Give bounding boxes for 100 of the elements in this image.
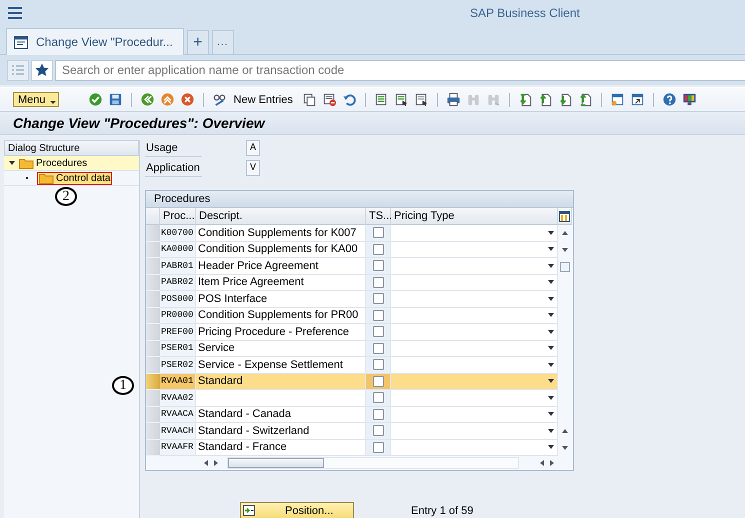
dropdown-field[interactable] [391, 242, 558, 258]
menu-button[interactable]: Menu [13, 92, 59, 107]
dropdown-field[interactable] [391, 225, 558, 242]
dropdown-field[interactable] [391, 258, 558, 274]
check-icon[interactable] [88, 92, 103, 107]
field-label: Usage [145, 140, 202, 156]
checkbox[interactable] [372, 276, 384, 288]
table-cell: RVAACH [160, 423, 196, 440]
dropdown-field[interactable] [391, 340, 558, 357]
checkbox[interactable] [372, 442, 384, 453]
checkbox[interactable] [372, 244, 384, 255]
window-icon [14, 36, 28, 48]
glasses-icon[interactable] [212, 92, 227, 107]
new-window-icon[interactable] [610, 92, 625, 107]
table-cell: RVAAFR [160, 440, 196, 456]
monitor-icon[interactable] [682, 92, 697, 107]
dropdown-field[interactable] [391, 274, 558, 291]
checkbox[interactable] [372, 293, 384, 304]
new-entries-button[interactable]: New Entries [234, 94, 293, 106]
dropdown-field[interactable] [391, 423, 558, 440]
checkbox[interactable] [372, 392, 384, 404]
tab[interactable]: Change View "Procedur... [6, 28, 184, 55]
checkbox[interactable] [372, 359, 384, 370]
checkbox[interactable] [372, 376, 384, 387]
copy-icon[interactable] [302, 92, 317, 107]
table-title: Procedures [146, 191, 573, 208]
back-icon[interactable] [140, 92, 155, 107]
table-cell: RVAA01 [160, 374, 196, 390]
input-field[interactable]: V [246, 160, 260, 176]
last-page-icon[interactable] [578, 92, 593, 107]
window-title: SAP Business Client [470, 6, 580, 20]
checkbox[interactable] [372, 342, 384, 354]
table-cell: PSER02 [160, 357, 196, 374]
table-cell: PSER01 [160, 340, 196, 357]
screen-title: Change View "Procedures": Overview [0, 112, 745, 135]
select-all-cell[interactable] [146, 208, 160, 225]
select-block-icon[interactable] [394, 92, 409, 107]
shortcut-icon[interactable] [630, 92, 645, 107]
column-settings-icon[interactable] [559, 210, 570, 222]
next-page-icon[interactable] [558, 92, 573, 107]
dropdown-field[interactable] [391, 324, 558, 340]
print-icon[interactable] [446, 92, 461, 107]
position-button[interactable]: Position... [240, 502, 354, 518]
table-cell: PR0000 [160, 308, 196, 324]
table-cell: RVAA02 [160, 390, 196, 406]
new-tab-button[interactable]: + [186, 30, 209, 54]
field-label: Application [145, 160, 202, 176]
dropdown-field[interactable] [391, 357, 558, 374]
checkbox[interactable] [372, 260, 384, 272]
dropdown-field[interactable] [391, 291, 558, 308]
dropdown-field[interactable] [391, 440, 558, 456]
table-cell: Condition Supplements for KA00 [196, 242, 366, 258]
dropdown-field[interactable] [391, 390, 558, 406]
tree-item[interactable]: Control data [38, 172, 112, 184]
row-selector[interactable] [146, 374, 160, 390]
input-field[interactable]: A [246, 140, 260, 156]
scrollbar-thumb[interactable] [560, 262, 570, 272]
help-icon[interactable] [662, 92, 677, 107]
table-cell: PABR02 [160, 274, 196, 291]
checkbox[interactable] [372, 227, 384, 238]
table-cell: Condition Supplements for K007 [196, 225, 366, 242]
table-cell: Item Price Agreement [196, 274, 366, 291]
menu-icon[interactable] [8, 6, 22, 18]
select-all-icon[interactable] [374, 92, 389, 107]
checkbox[interactable] [372, 425, 384, 436]
more-button[interactable]: ... [212, 30, 234, 54]
checkbox[interactable] [372, 310, 384, 321]
table-cell: Standard - Switzerland [196, 423, 366, 440]
table-cell: K00700 [160, 225, 196, 242]
table-cell: PREF00 [160, 324, 196, 340]
column-header[interactable]: Pricing Type [391, 208, 558, 225]
save-icon[interactable] [108, 92, 123, 107]
dropdown-field[interactable] [391, 308, 558, 324]
table-cell: Standard [196, 374, 366, 390]
checkbox[interactable] [372, 326, 384, 338]
table-cell: Standard - Canada [196, 406, 366, 423]
delete-row-icon[interactable] [322, 92, 337, 107]
column-header[interactable]: TS... [366, 208, 391, 225]
panel-header: Dialog Structure [4, 140, 139, 156]
dropdown-field[interactable] [391, 374, 558, 390]
column-header[interactable]: Descript. [196, 208, 366, 225]
checkbox[interactable] [372, 408, 384, 420]
previous-page-icon[interactable] [538, 92, 553, 107]
table-cell: Service - Expense Settlement [196, 357, 366, 374]
search-field[interactable]: Search or enter application name or transaction code [55, 60, 745, 80]
table-cell: Condition Supplements for PR00 [196, 308, 366, 324]
exit-icon[interactable] [160, 92, 175, 107]
table-cell: Header Price Agreement [196, 258, 366, 274]
dropdown-field[interactable] [391, 406, 558, 423]
first-page-icon[interactable] [518, 92, 533, 107]
table-cell: Standard - France [196, 440, 366, 456]
column-header[interactable]: Proc... [160, 208, 196, 225]
undo-icon[interactable] [342, 92, 357, 107]
table-cell: KA0000 [160, 242, 196, 258]
table-cell: POS000 [160, 291, 196, 308]
table-cell: PABR01 [160, 258, 196, 274]
table-cell: Pricing Procedure - Preference [196, 324, 366, 340]
deselect-icon[interactable] [414, 92, 429, 107]
scrollbar-thumb[interactable] [228, 458, 324, 468]
cancel-icon[interactable] [180, 92, 195, 107]
